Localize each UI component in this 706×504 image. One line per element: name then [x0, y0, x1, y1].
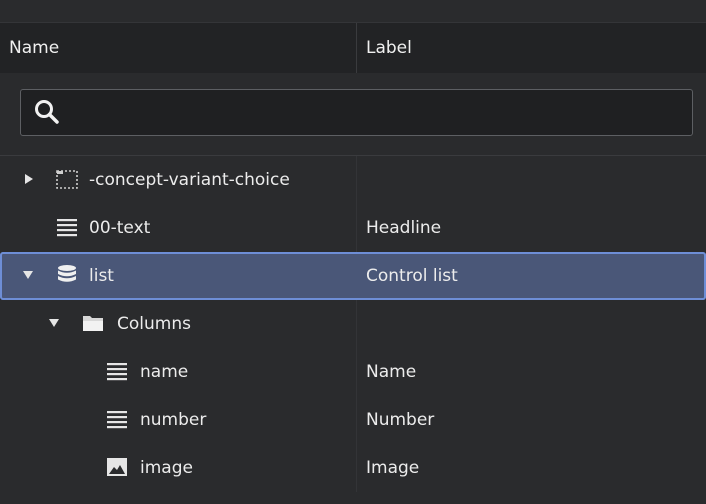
tree-row-label: Name: [366, 362, 417, 382]
cell-divider: [356, 348, 357, 396]
tree-row-label: Number: [366, 410, 435, 430]
column-divider[interactable]: [356, 23, 357, 73]
tree-row-label: Headline: [366, 218, 442, 238]
tree-row-name: name: [140, 362, 189, 382]
column-header: Name Label: [0, 23, 706, 73]
tree-row-name: -concept-variant-choice: [89, 170, 290, 190]
text-lines-icon: [107, 363, 127, 381]
cell-divider: [356, 396, 357, 444]
expand-arrow-icon[interactable]: [23, 173, 35, 185]
database-icon: [58, 265, 76, 282]
cell-divider: [356, 444, 357, 492]
tree-row-name: image: [140, 458, 193, 478]
tree-row-name: number: [140, 410, 207, 430]
tree-row-name: 00-text: [89, 218, 151, 238]
column-header-name[interactable]: Name: [9, 23, 59, 73]
tree-row-00-text[interactable]: 00-text Headline: [0, 204, 706, 252]
tree-row-list[interactable]: list Control list: [0, 252, 706, 300]
collapse-arrow-icon[interactable]: [48, 317, 60, 329]
tree-row-columns[interactable]: Columns: [0, 300, 706, 348]
image-icon: [107, 458, 127, 476]
search-icon: [35, 100, 59, 124]
tree-row-label: Control list: [366, 266, 458, 286]
tree-panel: Name Label -concept-variant-choice 00-te…: [0, 0, 706, 504]
tree-row-number-column[interactable]: number Number: [0, 396, 706, 444]
text-lines-icon: [57, 219, 77, 237]
text-lines-icon: [107, 411, 127, 429]
dotted-box-icon: [56, 170, 78, 189]
tree-row-label: Image: [366, 458, 420, 478]
search-input[interactable]: [73, 90, 677, 137]
tree-row-name: Columns: [117, 314, 191, 334]
tree-row-image-column[interactable]: image Image: [0, 444, 706, 492]
tree-row-name-column[interactable]: name Name: [0, 348, 706, 396]
tree-row-name: list: [89, 266, 114, 286]
collapse-arrow-icon[interactable]: [22, 269, 34, 281]
cell-divider: [356, 156, 357, 204]
cell-divider: [356, 204, 357, 252]
cell-divider: [356, 300, 357, 348]
folder-icon: [83, 316, 103, 331]
tree-rows: -concept-variant-choice 00-text Headline: [0, 156, 706, 492]
column-header-label[interactable]: Label: [366, 23, 412, 73]
top-strip: [0, 0, 706, 23]
search-row: [0, 73, 706, 155]
tree-row-concept-variant-choice[interactable]: -concept-variant-choice: [0, 156, 706, 204]
search-box[interactable]: [20, 89, 693, 137]
